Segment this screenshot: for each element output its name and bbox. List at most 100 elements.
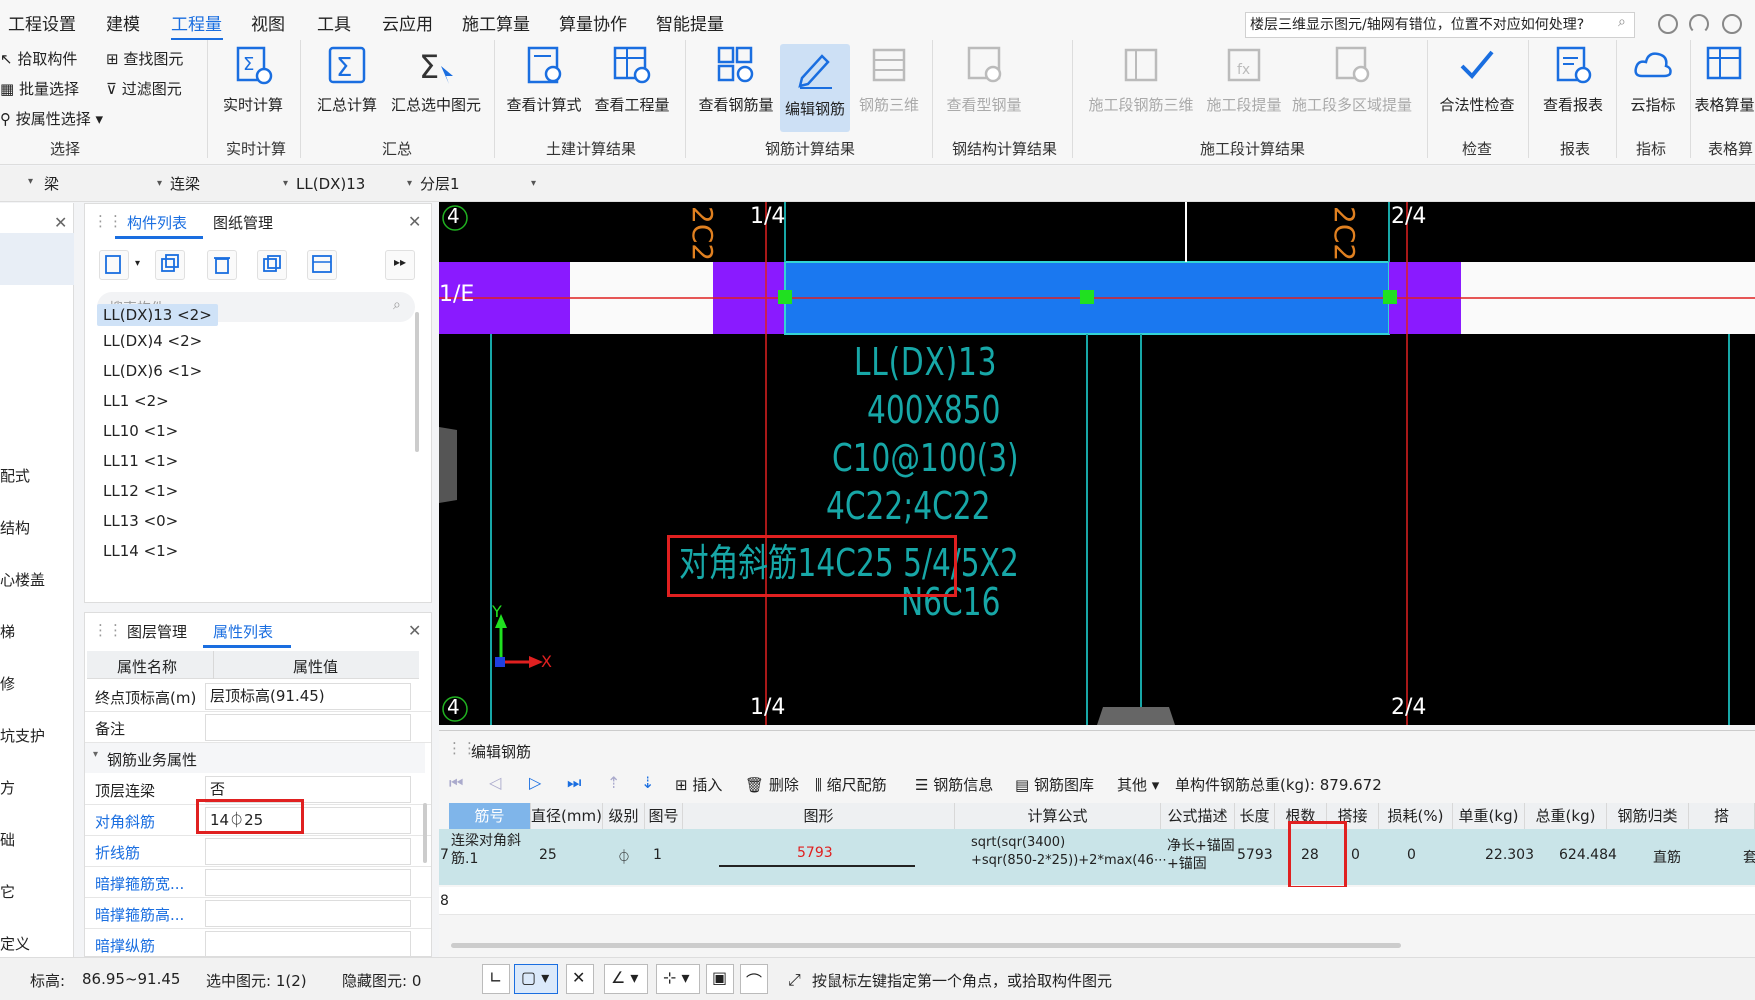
menu-cloud[interactable]: 云应用 [382,10,433,35]
insert-button[interactable]: ⊞ 插入 [675,774,722,795]
cell-shape-length[interactable]: 5793 [797,845,833,861]
snap-grid-toggle[interactable]: ▣ [706,964,734,994]
nav-item[interactable]: 结构 [0,517,30,538]
drag-handle-icon[interactable]: ⋮⋮ [93,621,123,639]
view-formula-button[interactable]: 查看计算式 [504,44,584,115]
list-item[interactable]: LL(DX)6 <1> [103,362,202,380]
drag-handle-icon[interactable]: ⋮⋮ [93,212,123,230]
cad-canvas[interactable]: 4 1/4 2/4 4 1/4 2/4 1/E 2C2 2C2 LL(DX)13… [439,202,1755,725]
last-icon[interactable]: ⏭ [567,773,581,793]
type-dropdown[interactable]: 连梁 ▾ [170,172,288,196]
filter-element-button[interactable]: ⊽ 过滤图元 [106,78,182,99]
stage-rebar-3d-button[interactable]: 施工段钢筋三维 [1084,44,1198,115]
list-scrollbar[interactable] [415,312,419,452]
cloud-index-button[interactable]: 云指标 [1624,44,1682,115]
tab-drawing-management[interactable]: 图纸管理 [213,212,273,233]
user-icon[interactable] [1658,14,1678,34]
edit-rebar-button[interactable]: 编辑钢筋 [780,44,850,132]
ortho-toggle[interactable]: ∟ [482,964,510,994]
list-item[interactable]: LL(DX)4 <2> [103,332,202,350]
more-tools-button[interactable]: ▸▸ [385,250,415,280]
cell-grade[interactable]: ⏀ [617,847,631,867]
list-item[interactable]: LL11 <1> [103,452,178,470]
cell-loss[interactable]: 0 [1407,847,1416,863]
cell-length[interactable]: 5793 [1237,847,1273,863]
grip-point[interactable] [778,290,792,304]
arc-toggle[interactable]: ⌒ [740,964,768,994]
property-value-input[interactable] [205,869,411,896]
select-by-attribute-button[interactable]: ⚲ 按属性选择 ▾ [0,108,103,129]
menu-quantities[interactable]: 工程量 [171,10,222,35]
cell-extra[interactable]: 套 [1743,847,1755,867]
angle-toggle[interactable]: ∠ ▾ [604,964,648,994]
view-report-button[interactable]: 查看报表 [1538,44,1608,115]
help-search-input[interactable]: 楼层三维显示图元/轴网有错位，位置不对应如何处理? [1245,12,1635,38]
scale-rebar-button[interactable]: ⫼ 缩尺配筋 [815,774,887,795]
summary-selected-button[interactable]: Σ 汇总选中图元 [388,44,484,115]
list-item[interactable]: LL10 <1> [103,422,178,440]
cell-diameter[interactable]: 25 [539,847,557,863]
component-dropdown[interactable]: LL(DX)13 ▾ [296,172,412,196]
grip-point[interactable] [1080,290,1094,304]
rebar-3d-button[interactable]: 钢筋三维 [854,44,924,115]
menu-project-settings[interactable]: 工程设置 [8,10,76,35]
cell-formula-line1[interactable]: sqrt(sqr(3400) [971,835,1065,850]
layer-dropdown[interactable]: 分层1 ▾ [420,172,536,196]
nav-item[interactable]: 础 [0,829,15,850]
nav-item[interactable]: 方 [0,777,15,798]
view-quantity-button[interactable]: 查看工程量 [592,44,672,115]
rebar-library-button[interactable]: ▤ 钢筋图库 [1015,774,1094,795]
copy-component-button[interactable] [155,250,185,280]
close-icon[interactable]: ✕ [408,621,421,640]
menu-modeling[interactable]: 建模 [106,10,140,35]
property-value-input[interactable]: 层顶标高(91.45) [205,683,411,710]
close-icon[interactable]: ✕ [54,213,67,232]
grip-point[interactable] [1383,290,1397,304]
nav-item[interactable]: 坑支护 [0,725,45,746]
menu-tools[interactable]: 工具 [317,10,351,35]
snap-mode-toggle[interactable]: ▢ ▾ [514,964,558,994]
menu-construction-qty[interactable]: 施工算量 [462,10,530,35]
tab-layer-management[interactable]: 图层管理 [127,621,187,642]
chevron-down-icon[interactable]: ▾ [135,258,140,269]
list-item[interactable]: LL1 <2> [103,392,169,410]
move-up-icon[interactable]: ⇡ [607,773,620,792]
headset-icon[interactable] [1689,14,1709,34]
horizontal-scrollbar[interactable] [451,943,1401,948]
cell-unit-weight[interactable]: 22.303 [1485,847,1534,863]
close-icon[interactable]: ✕ [408,212,421,231]
layer-copy-button[interactable] [257,250,287,280]
property-value-input[interactable] [205,900,411,927]
category-dropdown[interactable]: 梁 ▾ [44,172,162,196]
table-row[interactable] [439,887,1755,915]
tab-property-list[interactable]: 属性列表 [213,621,273,642]
side-collapse-handle[interactable] [439,427,457,503]
list-item[interactable]: LL14 <1> [103,542,178,560]
search-icon[interactable]: ⌕ [1618,14,1626,30]
property-scrollbar[interactable] [423,803,427,863]
prev-icon[interactable]: ◁ [489,773,501,792]
stage-multi-area-button[interactable]: 施工段多区域提量 [1290,44,1414,115]
table-calc-button[interactable]: 表格算量 [1694,44,1755,115]
cell-total-weight[interactable]: 624.484 [1559,847,1617,863]
nav-item[interactable]: 梯 [0,621,15,642]
property-value-input[interactable] [205,838,411,865]
chevron-down-icon[interactable]: ▾ [28,176,33,187]
view-rebar-qty-button[interactable]: 查看钢筋量 [696,44,776,115]
settings-icon[interactable] [1722,14,1742,34]
pick-component-button[interactable]: ↖ 拾取构件 [0,48,77,69]
list-item[interactable]: LL13 <0> [103,512,178,530]
cell-formula-line2[interactable]: +sqr(850-2*25))+2*max(46⋯ [971,853,1167,868]
nav-item[interactable]: 心楼盖 [0,569,45,590]
property-value-input[interactable] [205,931,411,956]
canvas-scroll-handle[interactable] [1097,707,1175,725]
list-item[interactable]: LL12 <1> [103,482,178,500]
nav-item[interactable]: 修 [0,673,15,694]
section-rebar-business[interactable]: ▾ 钢筋业务属性 [85,743,425,773]
legality-check-button[interactable]: 合法性检查 [1436,44,1518,115]
nav-item[interactable]: 定义 [0,933,30,954]
view-steel-qty-button[interactable]: 查看型钢量 [940,44,1028,115]
batch-select-button[interactable]: ▦ 批量选择 [0,78,79,99]
offset-toggle[interactable]: ⊹ ▾ [656,964,700,994]
delete-component-button[interactable] [207,250,237,280]
